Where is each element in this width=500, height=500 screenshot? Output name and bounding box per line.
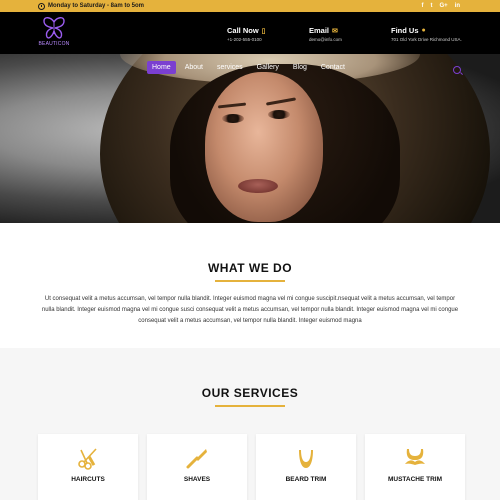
phone-number[interactable]: +1-202-555-0100 [227, 37, 266, 42]
phone-icon: ▯ [261, 27, 266, 35]
find-us-block: Find Us ● 701 Old York Drive Richmond USA… [391, 26, 471, 42]
services-section: OUR SERVICES HAIRCUTS SHAVES BEARD TRIM … [0, 348, 500, 500]
twitter-icon[interactable]: t [430, 3, 432, 9]
email-address[interactable]: demo@info.com [309, 37, 342, 42]
nav-gallery[interactable]: Gallery [252, 61, 284, 74]
top-bar: Monday to Saturday - 8am to 5om f t G+ i… [0, 0, 500, 12]
envelope-icon: ✉ [332, 27, 338, 35]
clock-icon [38, 2, 45, 10]
google-plus-icon[interactable]: G+ [439, 3, 447, 9]
logo-text: BEAUTICON [38, 41, 70, 47]
site-logo[interactable]: BEAUTICON [38, 16, 70, 52]
social-links: f t G+ in [421, 3, 460, 9]
facebook-icon[interactable]: f [421, 3, 423, 9]
nav-contact[interactable]: Contact [316, 61, 350, 74]
business-hours: Monday to Saturday - 8am to 5om [38, 2, 145, 10]
service-card-beard-trim[interactable]: BEARD TRIM [256, 434, 356, 500]
main-nav: Home About services Gallery Blog Contact [147, 61, 350, 74]
what-we-do-title: WHAT WE DO [207, 261, 293, 275]
beard-icon [299, 450, 313, 468]
site-header: BEAUTICON Call Now ▯ +1-202-555-0100 Emai… [0, 12, 500, 54]
mustache-icon [405, 449, 425, 465]
butterfly-logo-icon [43, 17, 65, 39]
map-pin-icon: ● [421, 27, 426, 34]
scissors-comb-icon [78, 448, 97, 470]
service-cards: HAIRCUTS SHAVES BEARD TRIM MUSTACHE TRIM [38, 434, 465, 500]
title-underline [215, 280, 285, 282]
what-we-do-section: WHAT WE DO Ut consequat velit a metus ac… [0, 223, 500, 348]
hero-slider[interactable] [0, 54, 500, 223]
service-title: SHAVES [183, 476, 211, 483]
service-card-haircuts[interactable]: HAIRCUTS [38, 434, 138, 500]
service-card-shaves[interactable]: SHAVES [147, 434, 247, 500]
service-card-mustache-trim[interactable]: MUSTACHE TRIM [365, 434, 465, 500]
call-now-title: Call Now [227, 26, 259, 35]
nav-blog[interactable]: Blog [288, 61, 312, 74]
call-now-block: Call Now ▯ +1-202-555-0100 [227, 26, 266, 42]
address-text: 701 Old York Drive Richmond USA. [391, 37, 462, 42]
nav-home[interactable]: Home [147, 61, 176, 74]
service-title: BEARD TRIM [285, 476, 327, 483]
hero-image-eye [268, 110, 290, 119]
hero-image-eye [222, 114, 244, 123]
title-underline [215, 405, 285, 407]
email-block: Email ✉ demo@info.com [309, 26, 342, 42]
hero-image-lips [238, 179, 278, 193]
hero-image-face [205, 72, 323, 222]
service-title: MUSTACHE TRIM [387, 476, 443, 483]
razor-icon [186, 449, 207, 469]
nav-services[interactable]: services [212, 61, 248, 74]
services-title: OUR SERVICES [201, 386, 299, 400]
service-title: HAIRCUTS [71, 476, 105, 483]
nav-about[interactable]: About [180, 61, 208, 74]
search-icon[interactable] [453, 66, 461, 74]
business-hours-text: Monday to Saturday - 8am to 5om [48, 3, 145, 9]
linkedin-icon[interactable]: in [455, 3, 460, 9]
find-us-title: Find Us [391, 26, 419, 35]
email-title: Email [309, 26, 330, 35]
what-we-do-text: Ut consequat velit a metus accumsan, vel… [41, 295, 459, 324]
